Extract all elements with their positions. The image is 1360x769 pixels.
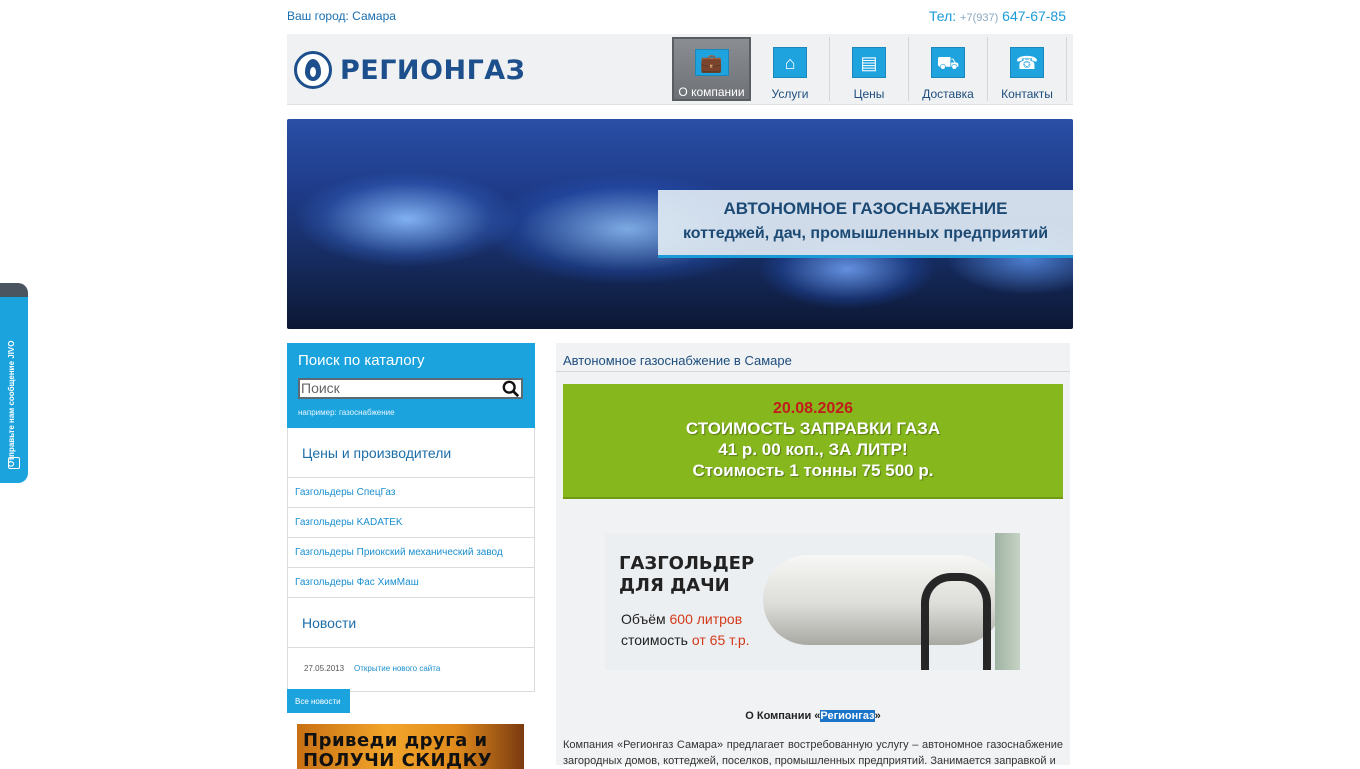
search-icon[interactable] [502, 380, 520, 398]
ad-price-label: стоимость [621, 632, 688, 648]
nav-label: О компании [678, 85, 745, 99]
news-date: 27.05.2013 [304, 664, 345, 673]
ad-volume-value: 600 литров [669, 611, 743, 627]
main-content: Автономное газоснабжение в Самаре 20.08.… [556, 343, 1070, 767]
hero-banner: АВТОНОМНОЕ ГАЗОСНАБЖЕНИЕ коттеджей, дач,… [287, 119, 1073, 329]
all-news-button[interactable]: Все новости [287, 689, 350, 713]
phone-number: Тел: +7(937) 647-67-85 [929, 8, 1066, 24]
nav-item-contacts[interactable]: ☎ Контакты [988, 37, 1067, 101]
wallet-icon: ▤ [852, 47, 886, 78]
house-icon: ⌂ [773, 47, 807, 78]
catalog-link[interactable]: Газгольдеры Приокский механический завод [288, 538, 534, 568]
phone-prefix: Тел: [929, 8, 957, 24]
phone-digits: 647-67-85 [1002, 8, 1066, 24]
about-company-name: Регионгаз [820, 710, 875, 722]
search-placeholder: Поиск [301, 380, 340, 396]
chat-widget-label: Отправьте нам сообщение JIVO [7, 341, 16, 467]
nav-label: Цены [853, 87, 885, 101]
jivo-brand: JIVO [7, 340, 16, 359]
telephone-icon: ☎ [1010, 47, 1044, 78]
ad-volume-label: Объём [621, 611, 666, 627]
promo-line-2: ПОЛУЧИ СКИДКУ 5% [303, 750, 493, 769]
catalog-link[interactable]: Газгольдеры KADATEK [288, 508, 534, 538]
nav-item-about[interactable]: 💼 О компании [672, 37, 751, 101]
nav-label: Контакты [1001, 87, 1053, 101]
about-suffix: » [874, 710, 881, 722]
price-line-2: 41 р. 00 коп., ЗА ЛИТР! [718, 440, 908, 459]
site-header: РЕГИОНГАЗ 💼 О компании ⌂ Услуги ▤ Цены ⛟… [287, 34, 1073, 105]
about-prefix: О Компании « [745, 710, 821, 722]
page-title: Автономное газоснабжение в Самаре [556, 343, 1070, 372]
referral-promo-banner[interactable]: Приведи друга и ПОЛУЧИ СКИДКУ 5% [297, 724, 524, 769]
catalog-link[interactable]: Газгольдеры Фас ХимМаш [288, 568, 534, 598]
phone-code: +7(937) [960, 12, 999, 24]
chat-widget-text: Отправьте нам сообщение [7, 360, 16, 467]
news-heading: Новости [288, 598, 534, 648]
tank-frame-image [921, 573, 991, 670]
gas-tank-ad[interactable]: ГАЗГОЛЬДЕР ДЛЯ ДАЧИ Объём 600 литров сто… [605, 533, 1020, 670]
search-input[interactable]: Поиск [298, 378, 523, 399]
about-paragraph: Компания «Регионгаз Самара» предлагает в… [563, 739, 1063, 767]
nav-item-services[interactable]: ⌂ Услуги [751, 37, 830, 101]
nav-label: Услуги [771, 87, 809, 101]
ad-volume: Объём 600 литров [621, 611, 742, 627]
catalog-panel: Цены и производители Газгольдеры СпецГаз… [287, 428, 535, 692]
search-title: Поиск по каталогу [298, 352, 425, 369]
nav-label: Доставка [922, 87, 974, 101]
ad-heading-line-2: ДЛЯ ДАЧИ [619, 575, 730, 596]
news-item: 27.05.2013 Открытие нового сайта [288, 648, 534, 691]
news-link[interactable]: Открытие нового сайта [354, 664, 440, 691]
background-post [995, 533, 1020, 670]
sidebar: Поиск по каталогу Поиск например: газосн… [287, 343, 535, 769]
city-selector-link[interactable]: Ваш город: Самара [287, 9, 396, 23]
price-announcement: 20.08.2026 СТОИМОСТЬ ЗАПРАВКИ ГАЗА 41 р.… [563, 384, 1063, 499]
nav-item-delivery[interactable]: ⛟ Доставка [909, 37, 988, 101]
price-date: 20.08.2026 [772, 400, 854, 417]
chat-widget-tab[interactable]: Отправьте нам сообщение JIVO [0, 283, 28, 483]
banner-caption: АВТОНОМНОЕ ГАЗОСНАБЖЕНИЕ коттеджей, дач,… [658, 190, 1073, 258]
main-nav: 💼 О компании ⌂ Услуги ▤ Цены ⛟ Доставка … [672, 37, 1067, 103]
ad-price: стоимость от 65 т.р. [621, 632, 750, 648]
banner-subtitle: коттеджей, дач, промышленных предприятий [682, 225, 1049, 242]
about-heading: О Компании «Регионгаз» [556, 710, 1070, 722]
logo-text: РЕГИОНГАЗ [340, 54, 526, 86]
promo-line-1: Приведи друга и [303, 730, 488, 751]
nav-item-prices[interactable]: ▤ Цены [830, 37, 909, 101]
catalog-search: Поиск по каталогу Поиск например: газосн… [287, 343, 535, 428]
briefcase-icon: 💼 [694, 49, 729, 76]
truck-icon: ⛟ [931, 47, 965, 78]
catalog-link[interactable]: Газгольдеры СпецГаз [288, 478, 534, 508]
flame-logo-icon [294, 51, 332, 89]
banner-title: АВТОНОМНОЕ ГАЗОСНАБЖЕНИЕ [723, 199, 1008, 218]
search-hint: например: газоснабжение [298, 408, 395, 417]
site-logo[interactable]: РЕГИОНГАЗ [294, 51, 525, 89]
prices-heading: Цены и производители [288, 428, 534, 478]
ad-heading: ГАЗГОЛЬДЕР ДЛЯ ДАЧИ [619, 553, 754, 597]
ad-heading-line-1: ГАЗГОЛЬДЕР [619, 553, 755, 574]
ad-price-value: от 65 т.р. [691, 632, 750, 648]
price-line-3: Стоимость 1 тонны 75 500 р. [692, 461, 934, 480]
price-line-1: СТОИМОСТЬ ЗАПРАВКИ ГАЗА [685, 419, 941, 438]
